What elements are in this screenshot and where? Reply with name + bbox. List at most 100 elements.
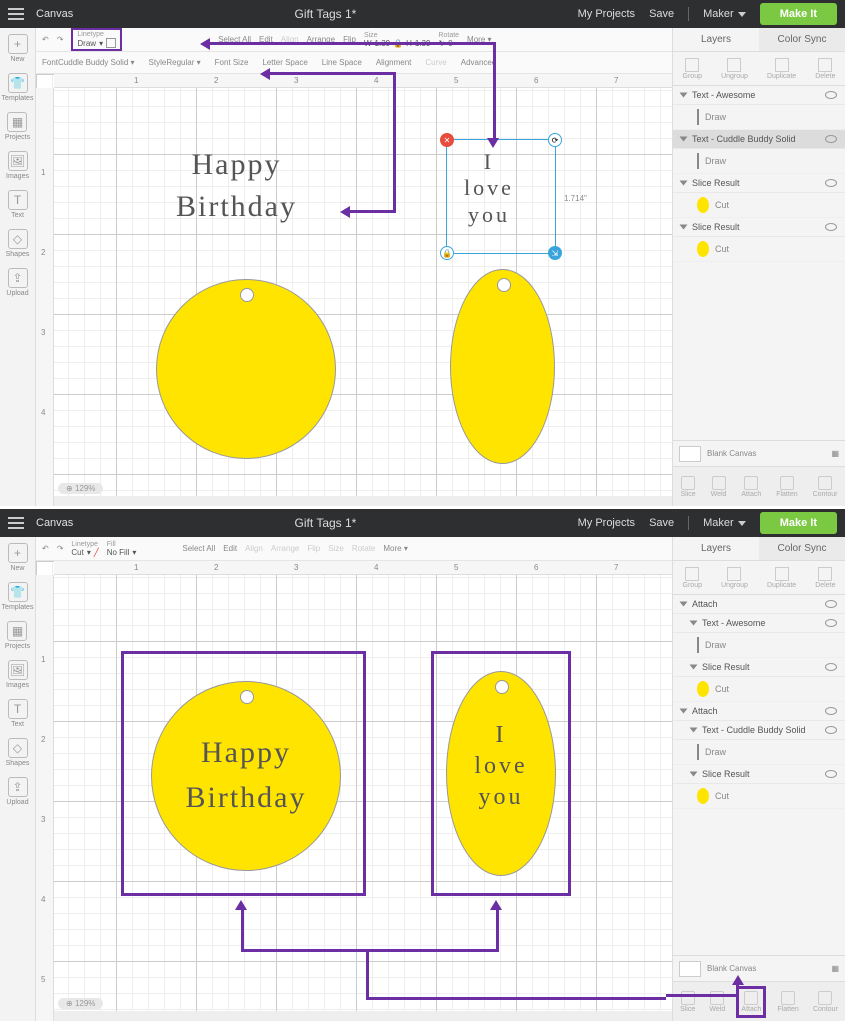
sidebar-images[interactable]: 🖼Images bbox=[6, 151, 29, 180]
ungroup-button[interactable]: Ungroup bbox=[721, 58, 748, 80]
grid-toggle-icon[interactable]: ▦ bbox=[831, 449, 839, 458]
layer-sub[interactable]: Draw bbox=[673, 149, 845, 174]
resize-handle[interactable]: ⇲ bbox=[548, 246, 562, 260]
shape-oval-tag[interactable] bbox=[450, 269, 555, 464]
sidebar-new[interactable]: +New bbox=[8, 34, 28, 63]
arrange-menu[interactable]: Arrange bbox=[307, 35, 335, 44]
contour-button[interactable]: Contour bbox=[813, 991, 838, 1013]
rotate-handle[interactable]: ⟳ bbox=[548, 133, 562, 147]
sidebar-images[interactable]: 🖼Images bbox=[6, 660, 29, 689]
delete-button[interactable]: Delete bbox=[815, 567, 835, 589]
select-all-button[interactable]: Select All bbox=[218, 35, 251, 44]
sidebar-templates[interactable]: 👕Templates bbox=[2, 73, 34, 102]
color-swatch[interactable] bbox=[106, 38, 116, 48]
make-it-button[interactable]: Make It bbox=[760, 512, 837, 534]
duplicate-button[interactable]: Duplicate bbox=[767, 567, 796, 589]
more-menu[interactable]: More ▾ bbox=[467, 35, 491, 44]
sidebar-shapes[interactable]: ◇Shapes bbox=[6, 738, 30, 767]
redo-button[interactable]: ↷ bbox=[57, 544, 64, 553]
scrollbar-horizontal[interactable] bbox=[54, 1011, 672, 1021]
menu-icon[interactable] bbox=[8, 517, 24, 529]
layer-sub[interactable]: Draw bbox=[673, 740, 845, 765]
style-select[interactable]: StyleRegular ▾ bbox=[149, 58, 201, 67]
layer-sub[interactable]: Cut bbox=[673, 784, 845, 809]
slice-button[interactable]: Slice bbox=[680, 991, 695, 1013]
make-it-button[interactable]: Make It bbox=[760, 3, 837, 25]
undo-button[interactable]: ↶ bbox=[42, 544, 49, 553]
save-link[interactable]: Save bbox=[649, 517, 674, 529]
scrollbar-horizontal[interactable] bbox=[54, 496, 672, 506]
layer-row[interactable]: Attach bbox=[673, 702, 845, 721]
group-button[interactable]: Group bbox=[683, 58, 702, 80]
sidebar-text[interactable]: TText bbox=[8, 190, 28, 219]
zoom-indicator[interactable]: ⊕ 129% bbox=[58, 483, 103, 494]
sidebar-templates[interactable]: 👕Templates bbox=[2, 582, 34, 611]
group-button[interactable]: Group bbox=[683, 567, 702, 589]
layer-sub[interactable]: Cut bbox=[673, 677, 845, 702]
layer-row[interactable]: Slice Result bbox=[673, 218, 845, 237]
advanced-group[interactable]: Advanced bbox=[461, 58, 497, 67]
layer-sub[interactable]: Cut bbox=[673, 193, 845, 218]
shape-circle-tag[interactable] bbox=[156, 279, 336, 459]
align-menu[interactable]: Align bbox=[245, 544, 263, 553]
layer-row[interactable]: Text - Cuddle Buddy Solid bbox=[673, 721, 845, 740]
weld-button[interactable]: Weld bbox=[711, 476, 727, 498]
layer-row[interactable]: Text - Awesome bbox=[673, 614, 845, 633]
text-i-love-you[interactable]: I love you bbox=[464, 149, 514, 228]
linetype-group[interactable]: LinetypeCut ▾ ╱ bbox=[71, 541, 98, 557]
machine-selector[interactable]: Maker bbox=[703, 517, 746, 529]
save-link[interactable]: Save bbox=[649, 8, 674, 20]
layer-sub[interactable]: Draw bbox=[673, 105, 845, 130]
sidebar-upload[interactable]: ⇪Upload bbox=[6, 777, 28, 806]
layer-sub[interactable]: Draw bbox=[673, 633, 845, 658]
redo-button[interactable]: ↷ bbox=[57, 35, 64, 44]
canvas-color-swatch[interactable] bbox=[679, 446, 701, 462]
tab-colorsync[interactable]: Color Sync bbox=[759, 28, 845, 51]
shape-oval-tag[interactable]: I love you bbox=[446, 671, 556, 876]
flip-menu[interactable]: Flip bbox=[343, 35, 356, 44]
sidebar-upload[interactable]: ⇪Upload bbox=[6, 268, 28, 297]
flatten-button[interactable]: Flatten bbox=[776, 476, 797, 498]
grid-toggle-icon[interactable]: ▦ bbox=[831, 964, 839, 973]
linetype-group[interactable]: Linetype Draw ▾ bbox=[71, 28, 122, 51]
my-projects-link[interactable]: My Projects bbox=[578, 8, 635, 20]
lock-handle[interactable]: 🔒 bbox=[440, 246, 454, 260]
my-projects-link[interactable]: My Projects bbox=[578, 517, 635, 529]
flatten-button[interactable]: Flatten bbox=[777, 991, 798, 1013]
layer-sub[interactable]: Cut bbox=[673, 237, 845, 262]
align-menu[interactable]: Align bbox=[281, 35, 299, 44]
attach-button[interactable]: Attach bbox=[739, 989, 763, 1015]
shape-circle-tag[interactable]: Happy Birthday bbox=[151, 681, 341, 871]
layer-row[interactable]: Slice Result bbox=[673, 765, 845, 784]
weld-button[interactable]: Weld bbox=[709, 991, 725, 1013]
layer-row[interactable]: Attach bbox=[673, 595, 845, 614]
delete-handle[interactable]: ✕ bbox=[440, 133, 454, 147]
tab-layers[interactable]: Layers bbox=[673, 537, 759, 560]
alignment-group[interactable]: Alignment bbox=[376, 58, 412, 67]
flip-menu[interactable]: Flip bbox=[307, 544, 320, 553]
undo-button[interactable]: ↶ bbox=[42, 35, 49, 44]
ungroup-button[interactable]: Ungroup bbox=[721, 567, 748, 589]
tab-layers[interactable]: Layers bbox=[673, 28, 759, 51]
layer-row[interactable]: Text - Awesome bbox=[673, 86, 845, 105]
linespace-group[interactable]: Line Space bbox=[322, 58, 362, 67]
sidebar-new[interactable]: +New bbox=[8, 543, 28, 572]
tab-colorsync[interactable]: Color Sync bbox=[759, 537, 845, 560]
contour-button[interactable]: Contour bbox=[813, 476, 838, 498]
design-canvas[interactable]: 1 2 3 4 5 6 7 1 2 3 4 5 bbox=[36, 561, 672, 1021]
design-canvas[interactable]: 1 2 3 4 5 6 7 1 2 3 4 Happy Birthda bbox=[36, 74, 672, 506]
sidebar-projects[interactable]: ▦Projects bbox=[5, 621, 30, 650]
attach-button[interactable]: Attach bbox=[741, 476, 761, 498]
letterspace-group[interactable]: Letter Space bbox=[262, 58, 307, 67]
font-select[interactable]: FontCuddle Buddy Solid ▾ bbox=[42, 58, 135, 67]
zoom-indicator[interactable]: ⊕ 129% bbox=[58, 998, 103, 1009]
more-menu[interactable]: More ▾ bbox=[383, 544, 407, 553]
fontsize-group[interactable]: Font Size bbox=[215, 58, 249, 67]
arrange-menu[interactable]: Arrange bbox=[271, 544, 299, 553]
canvas-color-swatch[interactable] bbox=[679, 961, 701, 977]
select-all-button[interactable]: Select All bbox=[182, 544, 215, 553]
layer-row[interactable]: Text - Cuddle Buddy Solid bbox=[673, 130, 845, 149]
sidebar-shapes[interactable]: ◇Shapes bbox=[6, 229, 30, 258]
duplicate-button[interactable]: Duplicate bbox=[767, 58, 796, 80]
sidebar-text[interactable]: TText bbox=[8, 699, 28, 728]
